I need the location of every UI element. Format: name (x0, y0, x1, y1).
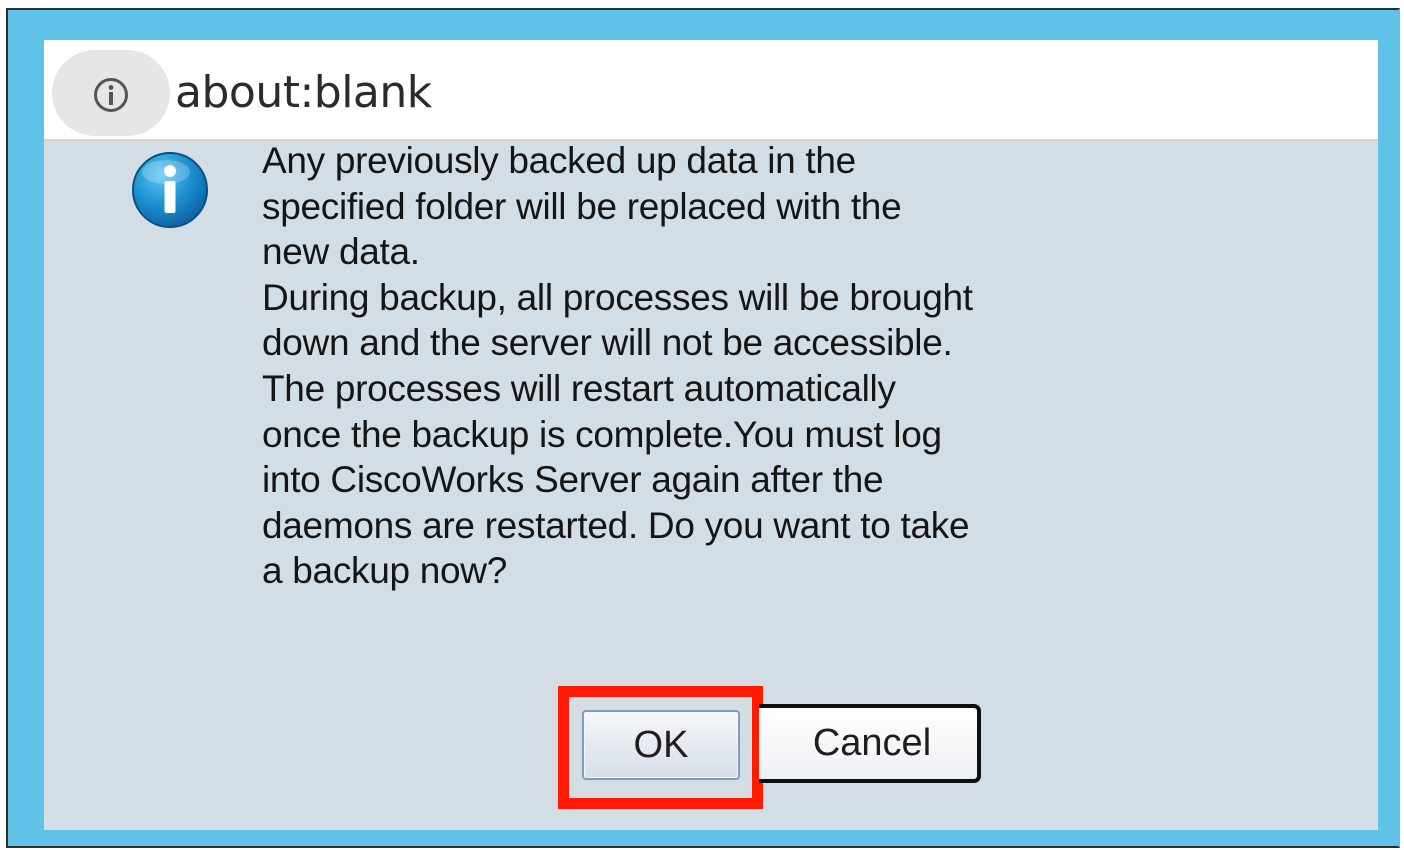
information-icon (132, 152, 208, 228)
info-circle-icon (94, 78, 128, 112)
ok-button[interactable]: OK (582, 710, 740, 780)
dialog-window-frame: about:blank Any previously backed up dat… (6, 8, 1400, 848)
address-bar: about:blank (44, 40, 1378, 141)
cancel-button[interactable]: Cancel (759, 704, 981, 783)
confirmation-dialog: about:blank Any previously backed up dat… (44, 40, 1378, 830)
site-info-button[interactable] (52, 50, 170, 136)
dialog-message: Any previously backed up data in the spe… (262, 140, 973, 592)
address-bar-url: about:blank (175, 67, 432, 118)
